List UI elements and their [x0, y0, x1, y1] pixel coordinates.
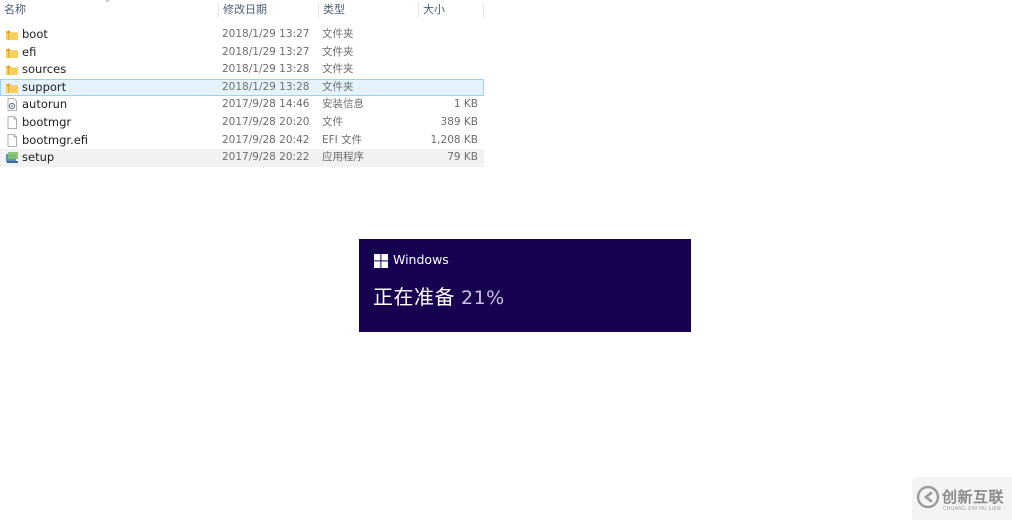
- file-list: ⌄ 名称 修改日期 类型 大小 boot2018/1/29 13:27文件夹ef…: [0, 0, 484, 167]
- screen: ⌄ 名称 修改日期 类型 大小 boot2018/1/29 13:27文件夹ef…: [0, 0, 1012, 520]
- windows-brand-label: Windows: [393, 252, 449, 267]
- column-header-date-label: 修改日期: [223, 3, 267, 16]
- column-header-row: ⌄ 名称 修改日期 类型 大小: [0, 0, 484, 18]
- column-header-type[interactable]: 类型: [318, 3, 418, 18]
- file-name: bootmgr.efi: [22, 132, 89, 147]
- column-header-type-label: 类型: [323, 3, 345, 16]
- file-row-boot[interactable]: boot 2018/1/29 13:27 文件夹: [0, 26, 484, 44]
- windows-logo-icon: [374, 254, 388, 268]
- file-row-bootmgr-efi[interactable]: bootmgr.efi 2017/9/28 20:42 EFI 文件 1,208 KB: [0, 132, 484, 150]
- file-name: boot: [22, 27, 48, 41]
- file-row-support[interactable]: support 2018/1/29 13:28 文件夹: [0, 78, 484, 97]
- folder-icon: [5, 63, 19, 76]
- column-header-name[interactable]: 名称: [0, 3, 218, 18]
- file-size: 389 KB: [440, 115, 478, 128]
- file-icon: [5, 133, 19, 147]
- file-type: 文件夹: [322, 80, 354, 93]
- file-date: 2018/1/29 13:28: [222, 80, 310, 93]
- watermark: 创新互联 CHUANG XIN HU LIAN: [912, 477, 1012, 520]
- setup-info-icon: [5, 98, 19, 112]
- setup-app-icon: [5, 151, 19, 164]
- file-size: 1 KB: [453, 98, 478, 111]
- file-name: autorun: [22, 97, 68, 112]
- file-type: EFI 文件: [322, 133, 363, 146]
- column-header-size-label: 大小: [423, 3, 445, 16]
- watermark-subtext: CHUANG XIN HU LIAN: [943, 506, 1001, 512]
- watermark-text: 创新互联: [942, 488, 1005, 506]
- watermark-logo-icon: [916, 485, 940, 509]
- file-row-efi[interactable]: efi 2018/1/29 13:27 文件夹: [0, 44, 484, 62]
- file-name: bootmgr: [22, 114, 72, 129]
- folder-icon: [5, 46, 19, 59]
- file-row-sources[interactable]: sources 2018/1/29 13:28 文件夹: [0, 61, 484, 79]
- setup-status: 正在准备 21%: [373, 281, 505, 310]
- file-name: support: [22, 79, 67, 94]
- file-icon: [5, 116, 19, 129]
- file-size: 79 KB: [447, 151, 478, 164]
- file-name: efi: [22, 44, 37, 59]
- file-type: 应用程序: [322, 151, 364, 164]
- file-type: 文件夹: [322, 28, 354, 40]
- file-date: 2018/1/29 13:28: [222, 63, 310, 76]
- file-rows: boot 2018/1/29 13:27 文件夹 efi 2018/1/29 13:27…: [0, 26, 484, 167]
- file-date: 2018/1/29 13:27: [222, 28, 310, 40]
- file-type: 文件夹: [322, 45, 354, 58]
- file-name: sources: [22, 62, 67, 77]
- file-date: 2017/9/28 20:20: [222, 115, 310, 128]
- setup-status-text: 正在准备: [373, 285, 455, 309]
- folder-icon: [5, 81, 19, 94]
- file-date: 2017/9/28 20:42: [222, 133, 310, 146]
- file-name: setup: [22, 150, 55, 165]
- file-date: 2017/9/28 20:22: [222, 151, 310, 164]
- file-row-autorun[interactable]: autorun 2017/9/28 14:46 安装信息 1 KB: [0, 96, 484, 114]
- file-row-bootmgr[interactable]: bootmgr 2017/9/28 20:20 文件 389 KB: [0, 114, 484, 132]
- setup-progress-dialog: Windows 正在准备 21%: [359, 239, 691, 332]
- column-header-name-label: 名称: [4, 3, 26, 16]
- file-size: 1,208 KB: [430, 133, 479, 146]
- column-header-date[interactable]: 修改日期: [218, 3, 318, 18]
- file-date: 2017/9/28 14:46: [222, 98, 310, 111]
- setup-progress-percent: 21%: [461, 287, 505, 309]
- file-type: 文件夹: [322, 63, 354, 76]
- file-type: 安装信息: [322, 98, 364, 111]
- file-row-setup[interactable]: setup 2017/9/28 20:22 应用程序 79 KB: [0, 149, 484, 167]
- column-header-size[interactable]: 大小: [418, 3, 484, 18]
- file-type: 文件: [322, 115, 343, 128]
- file-date: 2018/1/29 13:27: [222, 45, 310, 58]
- folder-icon: [5, 28, 19, 41]
